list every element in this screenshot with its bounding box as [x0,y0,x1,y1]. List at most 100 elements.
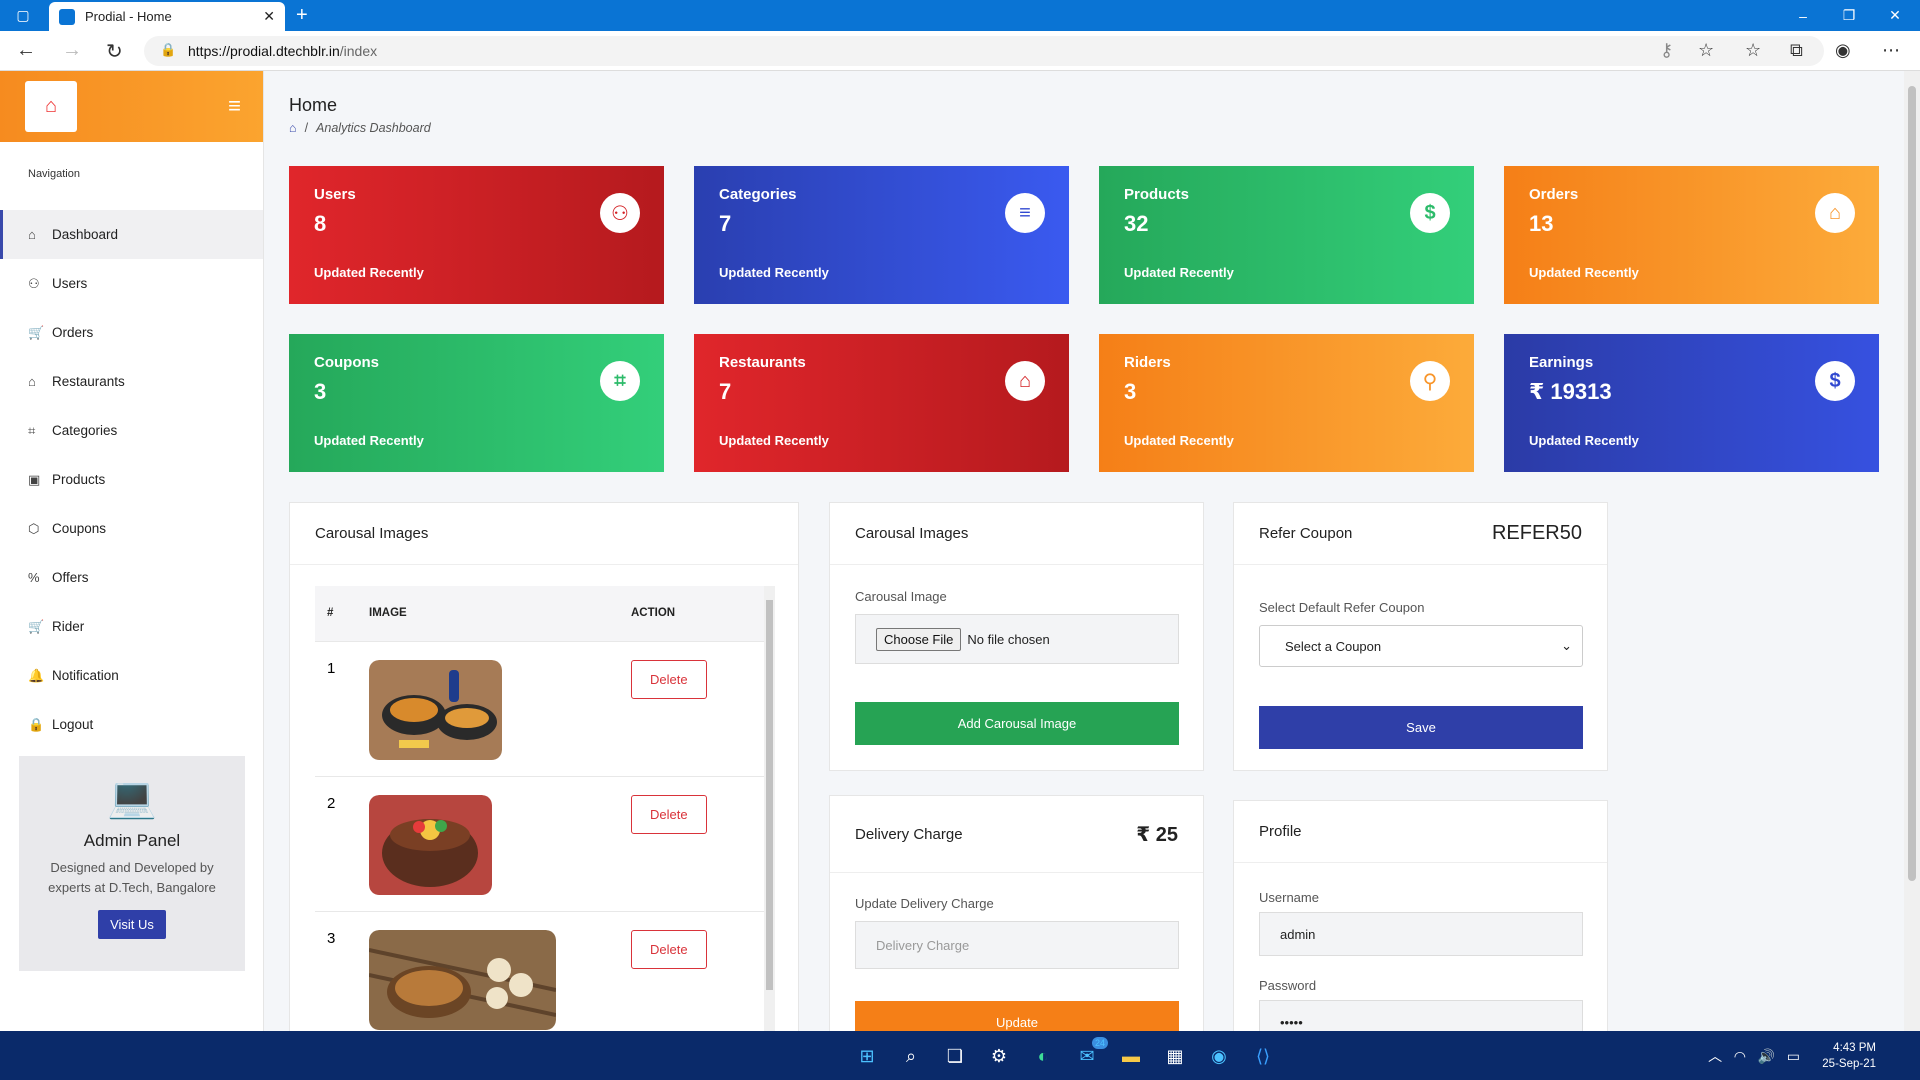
taskbar-clock[interactable]: 4:43 PM 25-Sep-21 [1822,1040,1876,1072]
close-window-icon[interactable]: ✕ [1872,0,1918,31]
sidebar-item-dashboard[interactable]: ⌂ Dashboard [0,210,263,259]
visit-us-button[interactable]: Visit Us [98,910,166,939]
vscode-icon[interactable]: ⟨⟩ [1250,1043,1276,1069]
admin-panel-title: Admin Panel [83,831,181,850]
stat-updated: Updated Recently [719,265,829,280]
settings-icon[interactable]: ⚙ [986,1043,1012,1069]
stat-card-categories[interactable]: Categories 7 Updated Recently ≡ [694,166,1069,304]
sidebar-item-notification[interactable]: 🔔 Notification [0,651,263,700]
stat-card-orders[interactable]: Orders 13 Updated Recently ⌂ [1504,166,1879,304]
delete-button[interactable]: Delete [631,929,707,969]
password-input[interactable]: ••••• [1259,1000,1583,1031]
stat-updated: Updated Recently [1124,265,1234,280]
food-image-cake[interactable] [369,794,492,895]
breadcrumb-home-icon[interactable]: ⌂ [289,121,297,135]
choose-file-button[interactable]: Choose File [876,627,962,651]
windows-start-icon[interactable]: ⊞ [854,1043,880,1069]
sidebar-item-label: Users [52,276,88,291]
stat-card-earnings[interactable]: Earnings ₹ 19313 Updated Recently $ [1504,334,1879,472]
stat-updated: Updated Recently [1529,265,1639,280]
close-tab-icon[interactable]: ✕ [263,8,275,25]
stat-card-restaurants[interactable]: Restaurants 7 Updated Recently ⌂ [694,334,1069,472]
row-num: 3 [315,910,369,1031]
key-icon[interactable]: ⚷ [1660,40,1673,61]
minimize-icon[interactable]: – [1780,0,1826,31]
url-path: /index [339,43,378,59]
sidebar-item-rider[interactable]: 🛒 Rider [0,602,263,651]
username-label: Username [1259,890,1319,905]
sidebar-item-label: Notification [52,668,119,683]
stat-updated: Updated Recently [314,433,424,448]
col-header-image: IMAGE [369,586,631,641]
task-view-icon[interactable]: ❏ [942,1043,968,1069]
table-scrollbar[interactable] [764,586,775,1031]
new-tab-icon[interactable]: + [296,4,308,27]
add-favorite-icon[interactable]: ☆ [1698,40,1714,61]
home-icon: ⌂ [1005,361,1045,401]
col-header-action: ACTION [631,586,775,641]
stat-card-products[interactable]: Products 32 Updated Recently $ [1099,166,1474,304]
stat-label: Riders [1124,354,1171,371]
system-tray-icons[interactable]: ︿ ◠ 🔊 ▭ [1708,1046,1800,1066]
file-explorer-icon[interactable]: ▬ [1118,1043,1144,1069]
clock-date: 25-Sep-21 [1822,1058,1876,1070]
search-icon[interactable]: ⌕ [898,1043,924,1069]
stat-card-coupons[interactable]: Coupons 3 Updated Recently ⌗ [289,334,664,472]
restore-icon[interactable]: ❐ [1826,0,1872,31]
bell-icon: 🔔 [28,667,45,683]
edge-icon[interactable]: ◐ [1030,1043,1056,1069]
delete-button[interactable]: Delete [631,794,707,834]
stat-updated: Updated Recently [719,433,829,448]
stat-card-riders[interactable]: Riders 3 Updated Recently ⚲ [1099,334,1474,472]
back-icon[interactable]: ← [16,39,36,62]
mail-icon[interactable]: ✉ 24 [1074,1037,1108,1069]
prodial-logo[interactable]: ⌂ [25,81,77,132]
tab-actions-icon[interactable]: ▢ [0,0,46,31]
breadcrumb: ⌂ / Analytics Dashboard [289,121,431,135]
save-refer-button[interactable]: Save [1259,706,1583,749]
sidebar-item-users[interactable]: ⚇ Users [0,259,263,308]
forward-icon[interactable]: → [62,39,82,62]
sidebar-item-restaurants[interactable]: ⌂ Restaurants [0,357,263,406]
carousel-file-input[interactable]: Choose File No file chosen [855,614,1179,664]
sidebar-item-categories[interactable]: ⌗ Categories [0,406,263,455]
username-input[interactable]: admin [1259,912,1583,956]
sidebar-item-orders[interactable]: 🛒 Orders [0,308,263,357]
stat-card-users[interactable]: Users 8 Updated Recently ⚇ [289,166,664,304]
sidebar-item-products[interactable]: ▣ Products [0,455,263,504]
table-row: 3 Delete [315,910,775,1031]
refer-coupon-select[interactable]: Select a Coupon ⌄ [1259,625,1583,667]
browser-tab[interactable]: Prodial - Home ✕ [49,2,285,31]
box-icon: ▣ [28,471,41,487]
sidebar-item-coupons[interactable]: ⬡ Coupons [0,504,263,553]
cart-icon: 🛒 [28,324,45,340]
delivery-charge-input[interactable]: Delivery Charge [855,921,1179,969]
carousel-form-title: Carousal Images [855,525,969,542]
update-delivery-button[interactable]: Update [855,1001,1179,1031]
sidebar-item-logout[interactable]: 🔒 Logout [0,700,263,749]
stat-label: Users [314,186,356,203]
refresh-icon[interactable]: ↻ [106,39,123,64]
refer-title: Refer Coupon [1259,525,1353,542]
admin-panel-box: 💻 Admin Panel Designed and Developed by … [19,756,245,971]
favorites-icon[interactable]: ☆ [1745,40,1761,61]
delete-button[interactable]: Delete [631,659,707,699]
profile-title: Profile [1259,823,1302,840]
sidebar-item-label: Categories [52,423,118,438]
sidebar-item-label: Orders [52,325,94,340]
app-icon[interactable]: ◉ [1206,1043,1232,1069]
sidebar-item-offers[interactable]: % Offers [0,553,263,602]
profile-avatar-icon[interactable]: ◉ [1835,40,1851,61]
collections-icon[interactable]: ⧉ [1790,40,1803,61]
store-icon[interactable]: ▦ [1162,1043,1188,1069]
page-scrollbar[interactable] [1904,71,1920,1031]
windows-taskbar: ⊞ ⌕ ❏ ⚙ ◐ ✉ 24 ▬ ▦ ◉ ⟨⟩ ︿ ◠ 🔊 ▭ 4:43 PM 2… [0,1031,1920,1080]
more-icon[interactable]: ⋯ [1882,40,1900,61]
add-carousel-image-button[interactable]: Add Carousal Image [855,702,1179,745]
basket-icon: ⌂ [1815,193,1855,233]
food-image-momos[interactable] [368,929,557,1030]
dollar-icon: $ [1410,193,1450,233]
url-field[interactable]: 🔒 https://prodial.dtechblr.in/index [144,36,1824,66]
menu-toggle-icon[interactable]: ≡ [228,93,241,119]
food-image-bowls[interactable] [369,659,502,760]
